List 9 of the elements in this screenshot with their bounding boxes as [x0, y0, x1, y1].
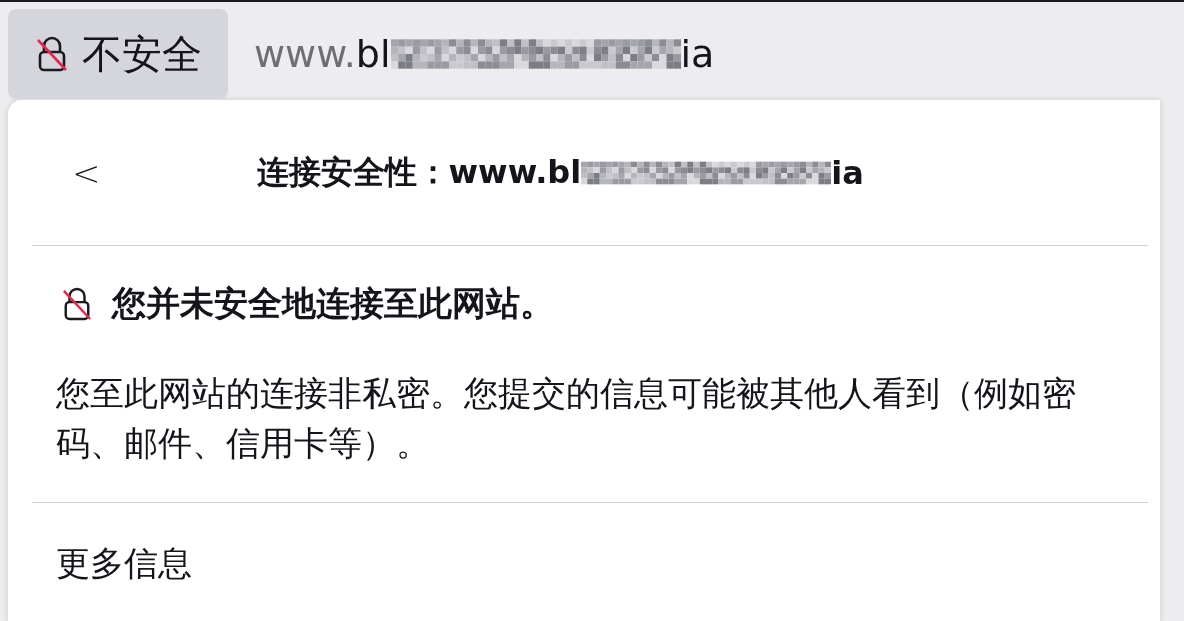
panel-title: ia: [831, 153, 864, 192]
description-text: 您至此网站的连接非私密。您提交的信息可能被其他人看到（例如密码、邮件、信用卡等）。: [55, 372, 1077, 465]
back-button[interactable]: <: [66, 152, 107, 193]
security-badge[interactable]: 不安全: [8, 9, 228, 99]
panel-title: 连接安全性：www.bl: [256, 151, 582, 193]
url-text: ia: [680, 32, 715, 76]
status-heading: 您并未安全地连接至此网站。: [112, 282, 554, 325]
more-info-link[interactable]: 更多信息: [32, 503, 1148, 587]
url-text: www.bl: [254, 32, 391, 76]
